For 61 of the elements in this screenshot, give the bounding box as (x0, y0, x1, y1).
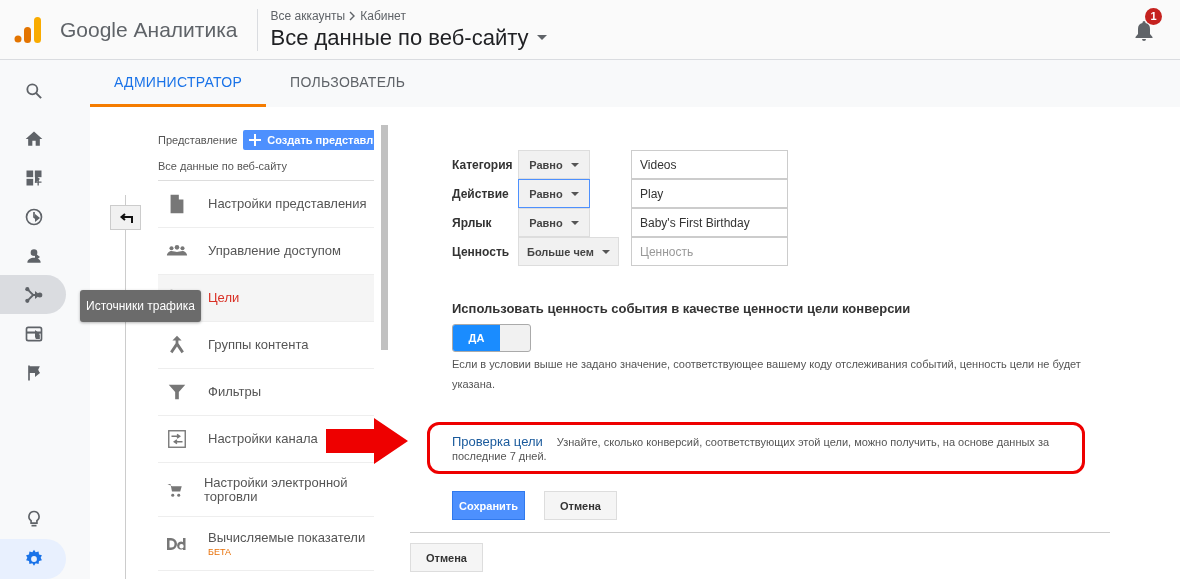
condition-label: Категория (452, 157, 514, 172)
back-button[interactable] (110, 205, 141, 230)
dropdown-arrow-icon (570, 220, 579, 225)
dropdown-arrow-icon (536, 35, 547, 40)
menu-item[interactable]: Настройки канала (158, 416, 324, 462)
dashboard-icon (24, 168, 44, 189)
back-arrow-icon (118, 212, 133, 223)
condition-value-field[interactable]: Baby's First Birthday (631, 208, 788, 237)
view-label: Представление (158, 134, 238, 146)
cancel-button[interactable]: Отмена (544, 491, 617, 520)
view-selector[interactable]: Все данные по веб-сайту (270, 24, 547, 51)
nav-item[interactable] (0, 275, 66, 315)
condition-value-field[interactable]: Videos (631, 150, 788, 179)
menu-item[interactable]: Фильтры (158, 369, 267, 415)
tooltip: Источники трафика (80, 290, 201, 322)
menu-item[interactable]: Настройки электронной торговли (158, 463, 374, 516)
clock-icon (24, 207, 44, 228)
operator-dropdown[interactable]: Равно (518, 179, 590, 208)
menu-item[interactable]: Группы контента (158, 322, 315, 368)
expand-icon (35, 252, 40, 261)
branch-icon (24, 284, 44, 305)
plus-icon (249, 134, 262, 146)
scrollbar[interactable] (381, 125, 388, 350)
nav-item[interactable] (0, 539, 66, 579)
dropdown-arrow-icon (570, 191, 579, 196)
expand-icon (35, 369, 40, 378)
condition-label: Действие (452, 186, 510, 201)
condition-value-field[interactable]: Ценность (631, 237, 788, 266)
logo-icon (14, 15, 42, 44)
menu-item[interactable]: Управление доступом (158, 228, 347, 274)
condition-label: Ценность (452, 244, 511, 259)
expand-icon (35, 330, 40, 339)
help-text: Если в условии выше не задано значение, соответствующее вашему коду отслеживания событий, ценность цели не будет указана. (452, 357, 1082, 392)
operator-dropdown[interactable]: Равно (518, 208, 590, 237)
search-icon (24, 81, 44, 102)
notification-count: 1 (1145, 7, 1162, 25)
calculated-metric-icon (166, 535, 188, 552)
menu-item[interactable]: Вычисляемые показатели БЕТА (158, 517, 372, 570)
condition-value-field[interactable]: Play (631, 179, 788, 208)
goal-check-text: Проверка цели Узнайте, сколько конверсий, соответствующих этой цели, можно получить, на основе данных за последние 7 дней. (452, 435, 1051, 463)
channel-icon (166, 428, 188, 450)
expand-icon (35, 174, 40, 183)
chevron-icon (349, 10, 357, 21)
dropdown-arrow-icon (601, 249, 610, 254)
beta-label: БЕТА (208, 546, 233, 557)
expand-icon (35, 291, 40, 300)
menu-item[interactable]: Настройки представления (158, 181, 373, 227)
expand-icon (35, 213, 40, 222)
tab[interactable]: ПОЛЬЗОВАТЕЛЬ (266, 60, 430, 107)
dropdown-arrow-icon (570, 162, 579, 167)
operator-dropdown[interactable]: Равно (518, 150, 590, 179)
breadcrumb-link[interactable]: Все аккаунты (270, 8, 346, 23)
cancel-button[interactable]: Отмена (410, 543, 483, 572)
product-name: Google Аналитика (60, 17, 238, 42)
section-heading: Использовать ценность события в качестве ценности цели конверсии (452, 300, 912, 318)
operator-dropdown[interactable]: Больше чем (518, 237, 619, 266)
bell-icon[interactable] (1134, 19, 1154, 42)
goal-check-link[interactable]: Проверка цели (452, 434, 543, 449)
condition-label: Ярлык (452, 215, 493, 230)
view-name: Все данные по веб-сайту (158, 152, 374, 181)
breadcrumb-link[interactable]: Кабинет (360, 8, 406, 23)
